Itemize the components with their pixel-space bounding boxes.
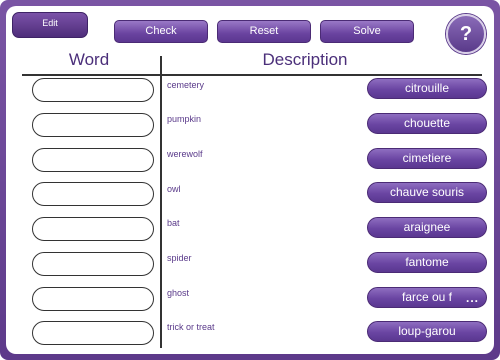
description-3: werewolf	[167, 149, 203, 159]
help-button[interactable]: ?	[446, 14, 486, 54]
edit-label: Edit	[42, 18, 58, 28]
column-divider	[160, 56, 162, 348]
word-input-2[interactable]	[32, 113, 154, 137]
word-input-3[interactable]	[32, 148, 154, 172]
solve-button[interactable]: Solve	[320, 20, 414, 43]
description-1: cemetery	[167, 80, 205, 90]
reset-button[interactable]: Reset	[217, 20, 311, 43]
answer-tile-6[interactable]: fantome	[367, 252, 487, 273]
description-2: pumpkin	[167, 114, 202, 124]
description-5: bat	[167, 218, 180, 228]
answer-tile-7[interactable]: farce ou f...	[367, 287, 487, 308]
answer-tile-8[interactable]: loup-garou	[367, 321, 487, 342]
column-header-description: Description	[262, 50, 348, 69]
header-divider	[22, 74, 482, 76]
answer-label-2: chouette	[403, 116, 451, 130]
edit-button[interactable]: Edit	[12, 12, 88, 38]
answer-tile-3[interactable]: cimetiere	[367, 148, 487, 169]
answer-label-1: citrouille	[404, 81, 449, 95]
answer-label-4: chauve souris	[389, 185, 465, 199]
word-input-1[interactable]	[32, 78, 154, 102]
answer-tile-2[interactable]: chouette	[367, 113, 487, 134]
column-header-word: Word	[68, 50, 110, 69]
answer-label-6: fantome	[405, 255, 449, 269]
word-input-6[interactable]	[32, 252, 154, 276]
description-8: trick or treat	[167, 322, 215, 332]
word-input-7[interactable]	[32, 287, 154, 311]
check-button[interactable]: Check	[114, 20, 208, 43]
answer-tile-5[interactable]: araignee	[367, 217, 487, 238]
word-input-5[interactable]	[32, 217, 154, 241]
description-7: ghost	[167, 288, 190, 298]
question-mark-icon: ?	[459, 23, 473, 45]
answer-tile-1[interactable]: citrouille	[367, 78, 487, 99]
description-6: spider	[167, 253, 192, 263]
answer-tile-4[interactable]: chauve souris	[367, 182, 487, 203]
answer-label-3: cimetiere	[402, 151, 452, 165]
answer-label-7: farce ou f	[401, 290, 453, 304]
more-ellipsis-icon[interactable]: ...	[466, 289, 479, 307]
word-input-8[interactable]	[32, 321, 154, 345]
answer-label-8: loup-garou	[398, 324, 456, 338]
description-4: owl	[167, 184, 181, 194]
word-input-4[interactable]	[32, 182, 154, 206]
answer-label-5: araignee	[403, 220, 451, 234]
